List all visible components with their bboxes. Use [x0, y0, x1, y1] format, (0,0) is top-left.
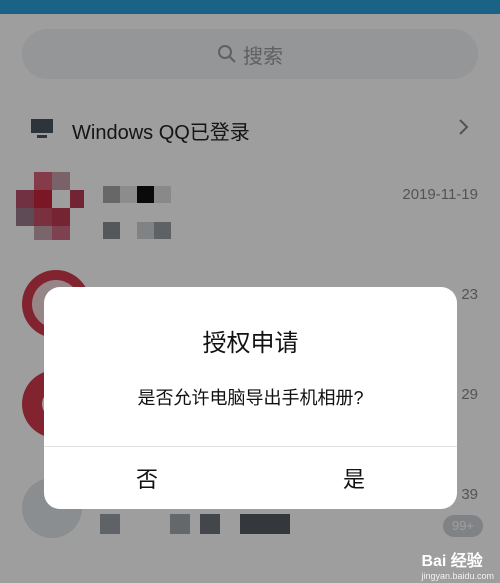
deny-button[interactable]: 否 [44, 447, 250, 509]
dialog-title: 授权申请 [202, 330, 299, 357]
dialog-message: 是否允许电脑导出手机相册? [137, 388, 364, 408]
allow-button[interactable]: 是 [251, 447, 457, 509]
watermark-url: jingyan.baidu.com [421, 571, 494, 581]
watermark: Bai 经验 jingyan.baidu.com [421, 547, 494, 581]
watermark-brand: Bai 经验 [421, 553, 483, 570]
auth-dialog: 授权申请 是否允许电脑导出手机相册? 否 是 [44, 287, 457, 509]
